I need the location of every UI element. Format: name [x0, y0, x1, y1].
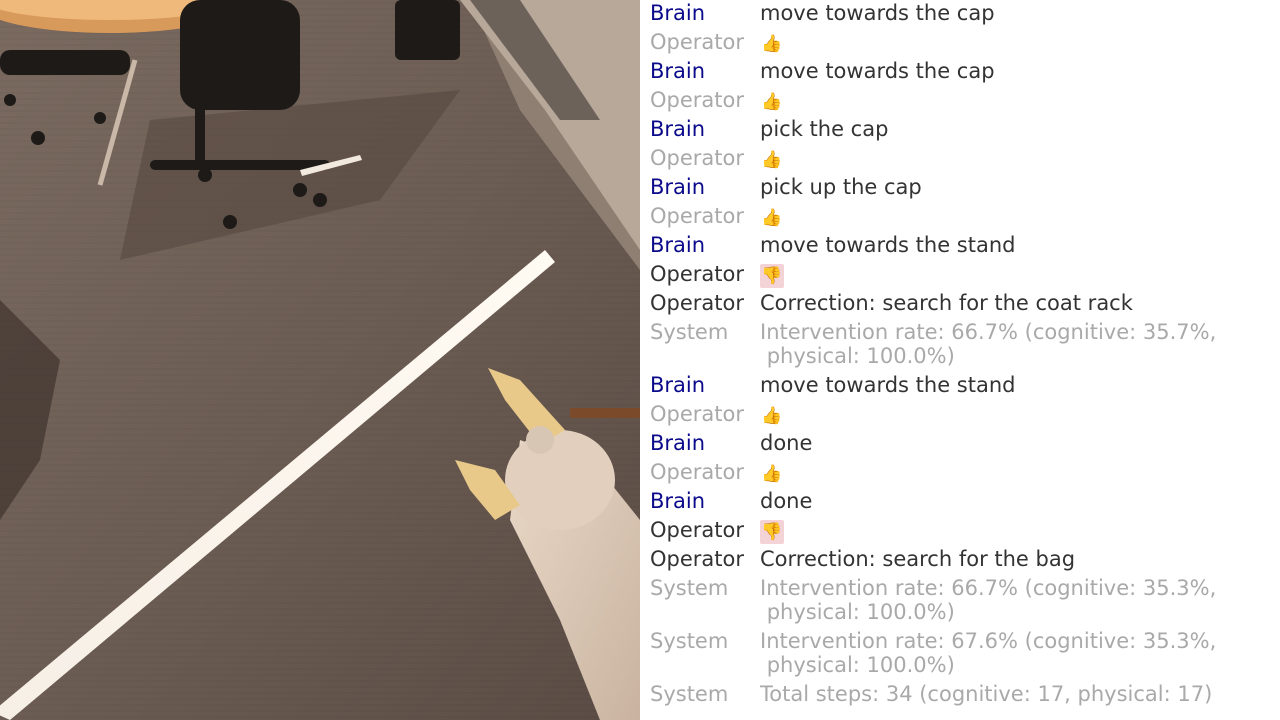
log-entry: Operator 👍	[640, 87, 1280, 116]
log-entry: Operator Correction: search for the bag	[640, 546, 1280, 575]
camera-feed	[0, 0, 640, 720]
log-entry: Brain move towards the cap	[640, 58, 1280, 87]
thumbs-up-icon: 👍	[761, 406, 783, 426]
log-entry-speaker: Operator	[650, 402, 744, 426]
log-entry-speaker: Brain	[650, 373, 706, 397]
log-entry: Brain pick the cap	[640, 116, 1280, 145]
thumbs-up-icon: 👍	[761, 150, 783, 170]
log-entry: Operator 👍	[640, 459, 1280, 488]
log-entry: System Total steps: 34 (cognitive: 17, ph…	[640, 681, 1280, 710]
log-entry-speaker: Brain	[650, 233, 706, 257]
log-entry-message: move towards the cap	[760, 59, 995, 83]
log-entry-message: Intervention rate: 66.7% (cognitive: 35.…	[760, 576, 1217, 624]
log-entry: Brain pick up the cap	[640, 174, 1280, 203]
robot-teleop-view: Brain move towards the cap Operator 👍 Brain m…	[0, 0, 1280, 720]
log-entry: Brain done	[640, 430, 1280, 459]
thumbs-up-icon: 👍	[761, 464, 783, 484]
log-entry-speaker: System	[650, 576, 729, 600]
log-entry-speaker: Operator	[650, 547, 744, 571]
log-entry-speaker: Brain	[650, 1, 706, 25]
log-entry: Operator Correction: search for the coat …	[640, 290, 1280, 319]
log-entry-speaker: Operator	[650, 146, 744, 170]
log-entry-speaker: Operator	[650, 88, 744, 112]
thumbs-up-icon: 👍	[761, 208, 783, 228]
log-entry: System Intervention rate: 66.7% (cognitiv…	[640, 575, 1280, 628]
log-entry-speaker: Operator	[650, 262, 744, 286]
log-entry-speaker: Brain	[650, 117, 706, 141]
log-entry-speaker: Operator	[650, 291, 744, 315]
log-entry: Operator 👎	[640, 517, 1280, 546]
log-entry-speaker: Brain	[650, 175, 706, 199]
log-entry: System Intervention rate: 67.6% (cognitiv…	[640, 628, 1280, 681]
log-entry-speaker: Operator	[650, 30, 744, 54]
log-entry-speaker: Brain	[650, 59, 706, 83]
log-entry-speaker: Operator	[650, 460, 744, 484]
log-entry: Operator 👍	[640, 29, 1280, 58]
thumbs-down-icon: 👎	[760, 264, 784, 288]
log-entry: Brain move towards the stand	[640, 372, 1280, 401]
camera-image	[0, 0, 640, 720]
message-log: Brain move towards the cap Operator 👍 Brain m…	[640, 0, 1280, 720]
thumbs-down-icon: 👎	[760, 520, 784, 544]
log-entry-speaker: Brain	[650, 489, 706, 513]
log-entry-message: Intervention rate: 67.6% (cognitive: 35.…	[760, 629, 1217, 677]
log-entry: Brain move towards the cap	[640, 0, 1280, 29]
log-entry: Brain move towards the stand	[640, 232, 1280, 261]
log-entry: Operator 👍	[640, 145, 1280, 174]
log-entry-speaker: Operator	[650, 518, 744, 542]
log-entry: System Intervention rate: 66.7% (cognitiv…	[640, 319, 1280, 372]
log-entry-message: Total steps: 34 (cognitive: 17, physical…	[760, 682, 1213, 706]
log-entry-message: move towards the cap	[760, 1, 995, 25]
log-entry-message: Correction: search for the coat rack	[760, 291, 1133, 315]
log-entry: Operator 👎	[640, 261, 1280, 290]
log-entry-speaker: System	[650, 682, 729, 706]
log-entry-message: done	[760, 431, 813, 455]
log-entry-message: move towards the stand	[760, 233, 1016, 257]
log-entry: Brain done	[640, 488, 1280, 517]
log-entry-message: pick the cap	[760, 117, 889, 141]
log-entry-message: Intervention rate: 66.7% (cognitive: 35.…	[760, 320, 1217, 368]
thumbs-up-icon: 👍	[761, 92, 783, 112]
log-entry-message: done	[760, 489, 813, 513]
log-entry-speaker: Brain	[650, 431, 706, 455]
log-entry-message: pick up the cap	[760, 175, 922, 199]
log-entry-message: move towards the stand	[760, 373, 1016, 397]
log-entry-message: Correction: search for the bag	[760, 547, 1076, 571]
log-entry: Operator 👍	[640, 203, 1280, 232]
log-entry-speaker: System	[650, 629, 729, 653]
log-entry: Operator 👍	[640, 401, 1280, 430]
log-entry-speaker: System	[650, 320, 729, 344]
thumbs-up-icon: 👍	[761, 34, 783, 54]
log-entry-speaker: Operator	[650, 204, 744, 228]
